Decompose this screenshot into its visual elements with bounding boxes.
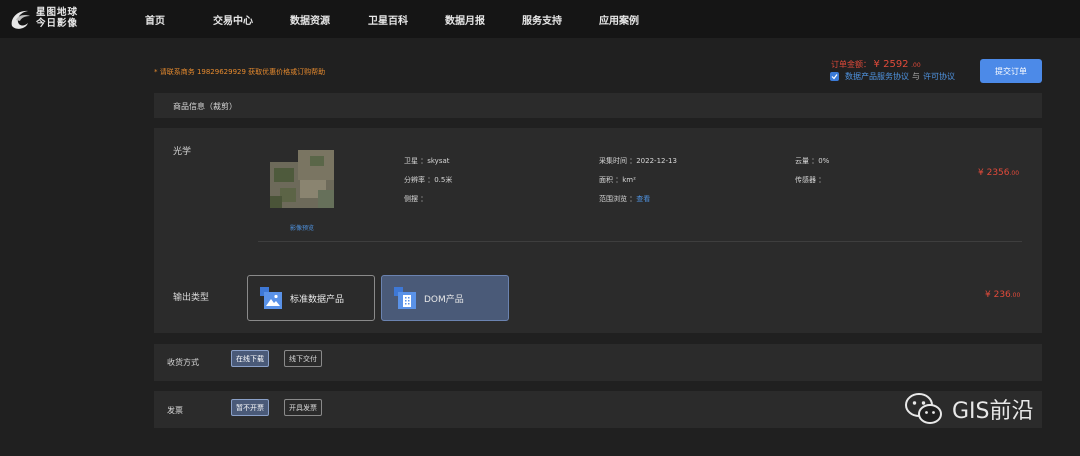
invoice-none-button[interactable]: 暂不开票: [231, 399, 269, 416]
order-total-label: 订单金额：: [831, 60, 871, 69]
agreement-checkbox[interactable]: [830, 72, 839, 81]
product-info-header: [154, 93, 1042, 118]
resolution-info: 分辨率 ：0.5米: [404, 176, 453, 184]
nav-item-home[interactable]: 首页: [145, 12, 165, 27]
sensor-info: 传感器 ：: [795, 176, 826, 184]
nav-item-cases[interactable]: 应用案例: [599, 12, 639, 27]
satellite-info: 卫星 ：skysat: [404, 157, 450, 165]
nav-item-satellite-wiki[interactable]: 卫星百科: [368, 12, 408, 27]
nav-item-data-resources[interactable]: 数据资源: [290, 12, 330, 27]
nav-item-monthly-report[interactable]: 数据月报: [445, 12, 485, 27]
invoice-label: 发票: [167, 406, 183, 415]
optical-price-amount: ¥ 2356: [978, 168, 1010, 178]
check-icon: [831, 74, 838, 80]
logo-text: 星图地球 今日影像: [36, 7, 78, 29]
side-view-info: 侧摆 ：: [404, 195, 428, 203]
service-agreement-link[interactable]: 数据产品服务协议: [845, 71, 909, 82]
top-nav-bar: 星图地球 今日影像 首页 交易中心 数据资源 卫星百科 数据月报 服务支持 应用…: [0, 0, 1080, 38]
nav-item-trade-center[interactable]: 交易中心: [213, 12, 253, 27]
contact-tip: * 请联系商务 19829629929 获取优惠价格或订购帮助: [154, 68, 326, 76]
agreement-row: 数据产品服务协议 与 许可协议: [830, 71, 955, 82]
invoice-issue-button[interactable]: 开具发票: [284, 399, 322, 416]
image-thumbnail[interactable]: [270, 150, 334, 208]
range-label: 范围浏览 ：: [599, 195, 637, 203]
logo-line-1: 星图地球: [36, 7, 79, 18]
logo-line-2: 今日影像: [36, 18, 79, 29]
order-total: 订单金额： ¥ 2592 .00: [831, 59, 921, 70]
output-type-label: 输出类型: [173, 293, 210, 303]
wechat-icon: [905, 393, 942, 424]
delivery-label: 收货方式: [167, 358, 199, 367]
nav-item-service-support[interactable]: 服务支持: [522, 12, 562, 27]
output-price-amount: ¥ 236: [985, 290, 1011, 300]
image-preview-link[interactable]: 影像预览: [290, 223, 314, 232]
submit-order-button[interactable]: 提交订单: [980, 59, 1042, 83]
area-info: 面积 ：km²: [599, 176, 636, 184]
logo-swirl-icon: [11, 10, 30, 29]
delivery-online-button[interactable]: 在线下载: [231, 350, 269, 367]
watermark: GIS前沿: [904, 392, 1034, 426]
license-agreement-link[interactable]: 许可协议: [923, 71, 955, 82]
cloud-info: 云量 ：0%: [795, 157, 830, 165]
building-icon: [394, 287, 416, 309]
optical-price-cents: .00: [1009, 170, 1020, 177]
image-icon: [260, 287, 282, 309]
delivery-offline-button[interactable]: 线下交付: [284, 350, 322, 367]
logo[interactable]: 星图地球 今日影像: [8, 6, 82, 32]
dom-product-label: DOM产品: [424, 294, 464, 305]
order-total-amount: ¥ 2592: [873, 59, 909, 70]
output-price: ¥ 236.00: [985, 290, 1020, 300]
order-total-cents: .00: [911, 62, 921, 69]
output-price-cents: .00: [1010, 292, 1021, 299]
section-divider: [258, 241, 1022, 242]
product-info-title: 商品信息（裁剪）: [173, 102, 237, 111]
optical-label: 光学: [173, 147, 192, 157]
capture-time-info: 采集时间 ：2022-12-13: [599, 157, 677, 165]
range-view-link[interactable]: 查看: [636, 195, 650, 203]
standard-product-label: 标准数据产品: [290, 294, 345, 305]
agreement-separator: 与: [912, 72, 920, 81]
range-info: 范围浏览 ：查看: [599, 194, 650, 204]
standard-product-option[interactable]: 标准数据产品: [247, 275, 375, 321]
watermark-text: GIS前沿: [952, 399, 1034, 424]
optical-price: ¥ 2356.00: [978, 168, 1019, 178]
dom-product-option[interactable]: DOM产品: [381, 275, 509, 321]
